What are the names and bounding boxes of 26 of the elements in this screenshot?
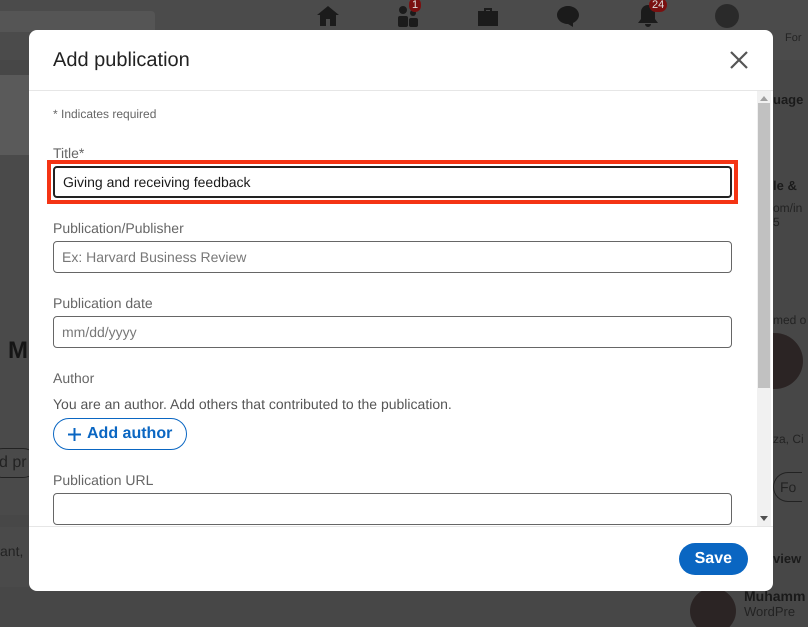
field-hint: You are an author. Add others that contributed to the publication. xyxy=(53,396,453,412)
scroll-up-icon[interactable] xyxy=(760,95,768,101)
scrollbar-thumb[interactable] xyxy=(758,103,770,388)
scrollbar[interactable] xyxy=(757,91,771,526)
field-label: Author xyxy=(53,370,96,386)
home-icon[interactable] xyxy=(316,4,340,28)
input-field[interactable]: mm/dd/yyyy xyxy=(53,316,732,348)
field-label: Publication date xyxy=(53,295,154,311)
field-label: Title* xyxy=(53,145,86,161)
scroll-down-icon[interactable] xyxy=(760,516,768,522)
field-label: Publication URL xyxy=(53,472,154,488)
notification-badge: 24 xyxy=(649,0,668,12)
search-bar[interactable] xyxy=(0,10,155,32)
highlighted-input-field[interactable]: Giving and receiving feedback xyxy=(53,166,732,198)
field-label: Publication/Publisher xyxy=(53,220,185,236)
required-note: * Indicates required xyxy=(53,107,158,121)
avatar-circle[interactable] xyxy=(715,4,739,28)
plus-icon[interactable] xyxy=(68,428,81,440)
save-button[interactable]: Save xyxy=(678,543,748,575)
dialog-title: Add publication xyxy=(53,48,190,72)
input-field[interactable] xyxy=(53,493,732,525)
add-author-button[interactable]: Add author xyxy=(53,418,188,450)
chat-bubble-icon[interactable] xyxy=(556,4,580,28)
notification-badge: 1 xyxy=(409,0,422,12)
input-field[interactable]: Ex: Harvard Business Review xyxy=(53,241,732,273)
avatar-circle xyxy=(690,588,736,627)
